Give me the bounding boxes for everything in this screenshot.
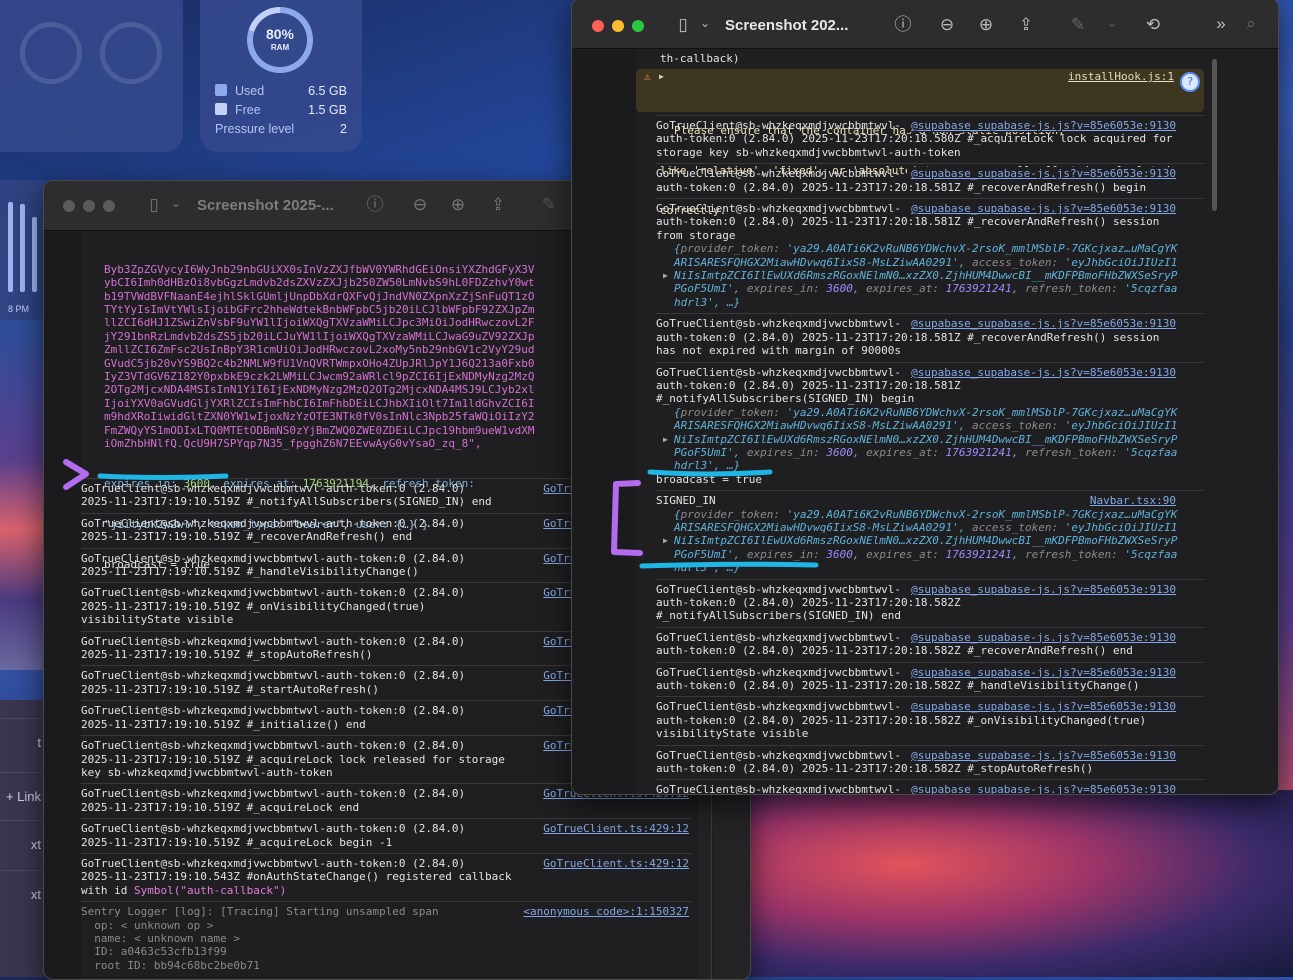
annotation-underline bbox=[97, 473, 229, 480]
annotation-underline bbox=[647, 469, 773, 477]
annotation-underline bbox=[639, 561, 819, 569]
ram-label: RAM bbox=[270, 43, 290, 52]
annotation-arrow bbox=[63, 459, 89, 490]
ram-percent: 80% bbox=[265, 26, 295, 42]
annotation-layer bbox=[63, 459, 819, 569]
annotation-bracket bbox=[611, 480, 643, 556]
